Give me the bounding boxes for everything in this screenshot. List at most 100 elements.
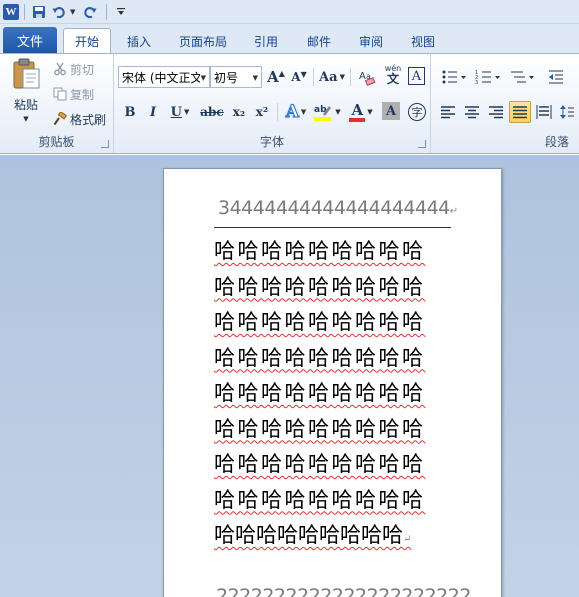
- align-right-button[interactable]: [485, 101, 507, 123]
- clipboard-group: 粘贴 ▼ 剪切 复制 格式刷 剪贴板: [0, 54, 114, 153]
- bullets-button[interactable]: [439, 66, 469, 88]
- font-size-dropdown-icon[interactable]: ▼: [253, 74, 258, 82]
- clipboard-icon: [13, 58, 40, 89]
- paragraph-group-label: 段落: [544, 135, 569, 149]
- font-group-label: 字体: [259, 135, 284, 149]
- distributed-align-icon: [536, 105, 552, 119]
- font-separator-3: [277, 103, 278, 121]
- bottom-line-text[interactable]: 2222222222222222222222: [216, 585, 471, 597]
- text-line[interactable]: 哈哈哈哈哈哈哈哈哈: [214, 377, 426, 407]
- word-app-icon[interactable]: W: [3, 3, 19, 20]
- text-line-last-content: 哈哈哈哈哈哈哈哈哈: [214, 523, 403, 547]
- font-color-letter: A: [351, 100, 364, 119]
- font-color-dropdown-icon: ▼: [367, 108, 373, 116]
- change-case-dropdown-icon: ▼: [339, 73, 345, 81]
- italic-button[interactable]: I: [143, 101, 163, 123]
- tab-home[interactable]: 开始: [63, 28, 111, 53]
- text-line[interactable]: 哈哈哈哈哈哈哈哈哈: [214, 413, 426, 443]
- tab-review[interactable]: 审阅: [350, 29, 392, 53]
- document-page[interactable]: 34444444444444444444↵ 哈哈哈哈哈哈哈哈哈 哈哈哈哈哈哈哈哈哈…: [163, 168, 502, 597]
- font-name-dropdown-icon[interactable]: ▼: [201, 74, 206, 82]
- distributed-align-button[interactable]: [533, 101, 555, 123]
- highlighter-icon: ab: [314, 105, 332, 121]
- underline-dropdown-icon: ▼: [183, 108, 190, 116]
- copy-icon: [52, 86, 68, 102]
- font-name-value: 宋体 (中文正文): [122, 70, 200, 85]
- text-line[interactable]: 哈哈哈哈哈哈哈哈哈: [214, 342, 426, 372]
- clear-formatting-button[interactable]: Aa: [356, 66, 378, 88]
- multilevel-list-button[interactable]: [507, 66, 537, 88]
- character-border-button[interactable]: A: [408, 67, 425, 85]
- first-line-text[interactable]: 34444444444444444444↵: [218, 197, 458, 219]
- save-icon[interactable]: [30, 3, 48, 21]
- justify-button[interactable]: [509, 101, 531, 123]
- line-spacing-button[interactable]: [559, 101, 575, 123]
- text-effects-button[interactable]: A ▼: [282, 101, 310, 123]
- font-dialog-launcher-icon[interactable]: [418, 140, 426, 148]
- underline-button[interactable]: U ▼: [166, 101, 194, 123]
- tab-mailings[interactable]: 邮件: [298, 29, 340, 53]
- character-border-label: A: [411, 68, 422, 84]
- text-line[interactable]: 哈哈哈哈哈哈哈哈哈: [214, 306, 426, 336]
- cut-label: 剪切: [70, 62, 95, 77]
- clipboard-dialog-launcher-icon[interactable]: [101, 140, 109, 148]
- phonetic-guide-char: 文: [386, 72, 399, 86]
- phonetic-guide-button[interactable]: wén 文: [382, 64, 404, 86]
- tab-insert[interactable]: 插入: [118, 29, 160, 53]
- grow-font-label: A: [267, 68, 279, 86]
- paste-dropdown-icon[interactable]: ▼: [23, 115, 28, 123]
- cut-button[interactable]: 剪切: [52, 59, 94, 79]
- customize-qat-icon[interactable]: [112, 3, 130, 21]
- paragraph-mark: ↵: [449, 206, 458, 217]
- clear-formatting-icon: Aa: [359, 71, 376, 86]
- decrease-indent-button[interactable]: [545, 66, 567, 88]
- font-name-combo[interactable]: 宋体 (中文正文) ▼: [118, 66, 210, 88]
- shrink-font-button[interactable]: A ▼: [289, 66, 309, 88]
- font-separator: [313, 68, 314, 86]
- font-color-button[interactable]: A ▼: [346, 101, 376, 123]
- paragraph-mark-2: ↵: [403, 534, 412, 545]
- grow-font-icon: ▲: [278, 68, 285, 78]
- format-painter-label: 格式刷: [70, 112, 107, 127]
- strikethrough-button[interactable]: abc: [198, 101, 226, 123]
- ribbon-tabs: 文件 开始 插入 页面布局 引用 邮件 审阅 视图: [0, 24, 579, 53]
- undo-icon[interactable]: [50, 3, 68, 21]
- scissors-icon: [52, 61, 68, 77]
- shrink-font-label: A: [291, 70, 301, 84]
- bold-button[interactable]: B: [120, 101, 140, 123]
- grow-font-button[interactable]: A ▲: [266, 66, 286, 88]
- align-center-button[interactable]: [461, 101, 483, 123]
- character-shading-button[interactable]: A: [382, 102, 400, 120]
- tab-view[interactable]: 视图: [402, 29, 444, 53]
- copy-button[interactable]: 复制: [52, 84, 94, 104]
- copy-label: 复制: [70, 87, 95, 102]
- bullets-icon: [442, 70, 466, 84]
- redo-icon[interactable]: [81, 3, 99, 21]
- align-left-button[interactable]: [437, 101, 459, 123]
- paste-button[interactable]: 粘贴 ▼: [6, 58, 46, 132]
- qat-separator: [24, 3, 25, 20]
- numbering-button[interactable]: 123: [473, 66, 503, 88]
- text-line[interactable]: 哈哈哈哈哈哈哈哈哈: [214, 235, 426, 265]
- decrease-indent-icon: [549, 70, 563, 84]
- paragraph-group: 123 段落: [431, 54, 579, 153]
- font-size-combo[interactable]: 初号 ▼: [210, 66, 262, 88]
- undo-dropdown-icon[interactable]: ▼: [70, 8, 75, 16]
- tab-references[interactable]: 引用: [245, 29, 287, 53]
- line-spacing-icon: [560, 105, 574, 119]
- justify-icon: [513, 106, 527, 119]
- align-right-icon: [489, 106, 503, 119]
- multilevel-list-icon: [511, 71, 534, 83]
- change-case-button[interactable]: Aa ▼: [318, 66, 346, 88]
- tab-page-layout[interactable]: 页面布局: [170, 29, 236, 53]
- enclose-characters-button[interactable]: 字: [406, 101, 428, 123]
- superscript-button[interactable]: x²: [251, 101, 273, 123]
- text-line[interactable]: 哈哈哈哈哈哈哈哈哈: [214, 484, 426, 514]
- text-line[interactable]: 哈哈哈哈哈哈哈哈哈: [214, 448, 426, 478]
- subscript-button[interactable]: x₂: [228, 101, 250, 123]
- tab-file[interactable]: 文件: [3, 27, 57, 53]
- text-line-last[interactable]: 哈哈哈哈哈哈哈哈哈↵: [214, 519, 411, 549]
- highlight-button[interactable]: ab ▼: [312, 101, 342, 123]
- text-line[interactable]: 哈哈哈哈哈哈哈哈哈: [214, 271, 426, 301]
- format-painter-button[interactable]: 格式刷: [52, 109, 106, 129]
